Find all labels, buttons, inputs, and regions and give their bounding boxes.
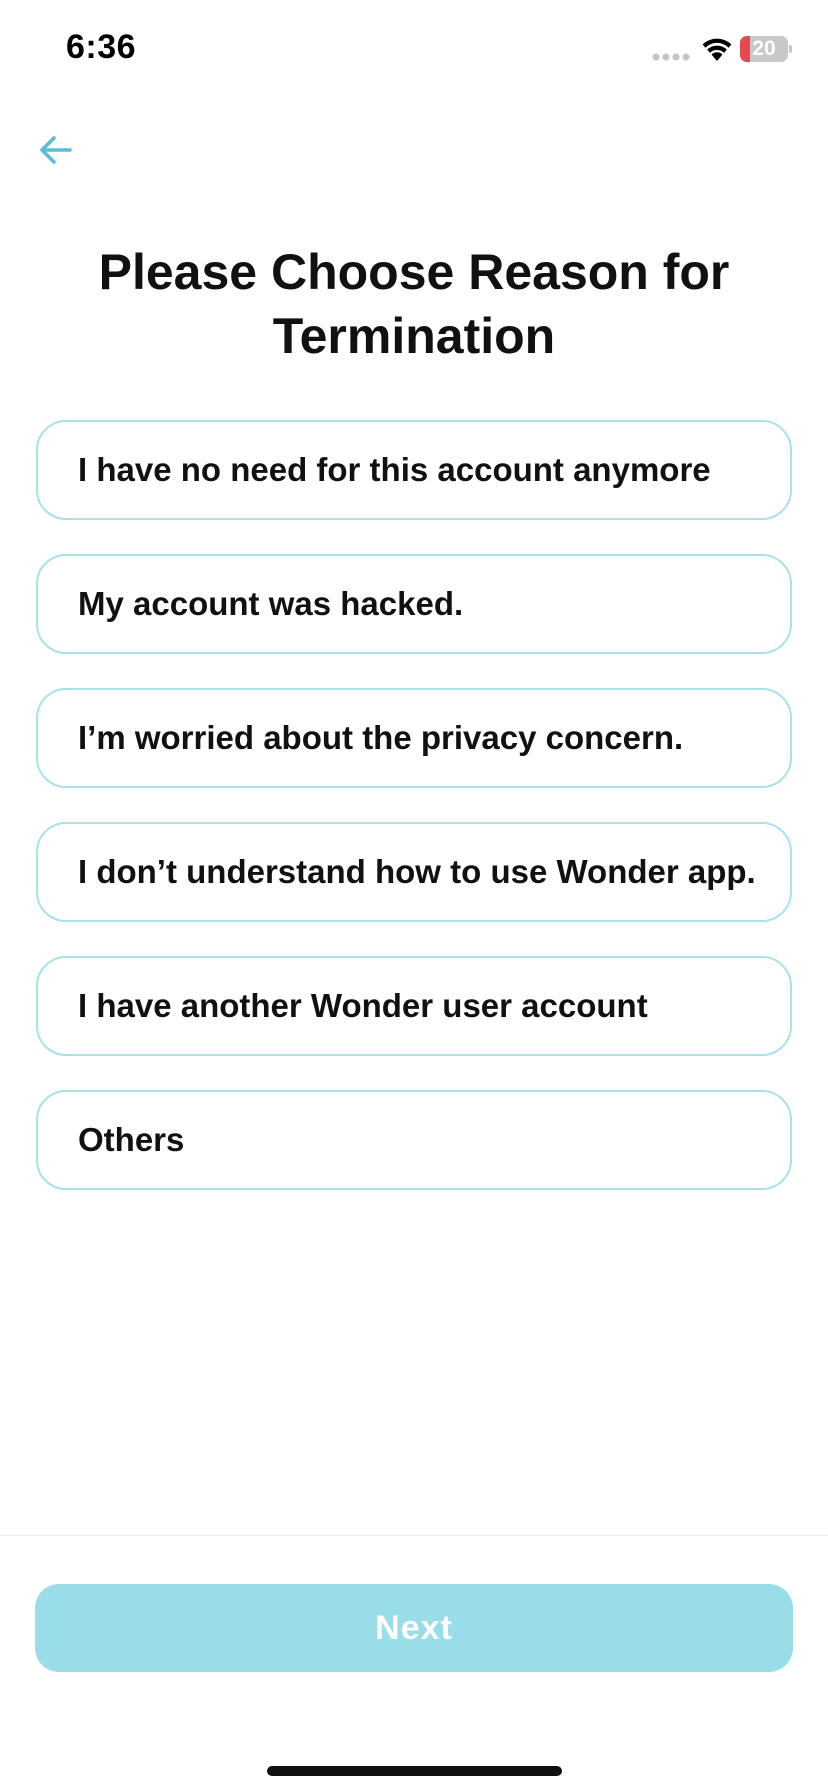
next-button[interactable]: Next <box>35 1584 793 1672</box>
arrow-left-icon <box>40 136 72 164</box>
reason-label: I have no need for this account anymore <box>78 451 711 488</box>
reason-label: I’m worried about the privacy concern. <box>78 719 684 756</box>
reason-label: I don’t understand how to use Wonder app… <box>78 853 756 890</box>
status-time: 6:36 <box>66 28 137 66</box>
status-bar: 6:36 20 <box>0 0 828 100</box>
home-indicator[interactable] <box>267 1766 562 1776</box>
reason-option[interactable]: I don’t understand how to use Wonder app… <box>36 822 792 922</box>
reason-list: I have no need for this account anymore M… <box>36 420 792 1224</box>
footer-divider <box>0 1535 828 1536</box>
battery-cap <box>789 45 792 53</box>
reason-option[interactable]: My account was hacked. <box>36 554 792 654</box>
battery-level: 20 <box>752 37 776 60</box>
wifi-icon <box>702 38 732 61</box>
cellular-signal-icon <box>652 53 690 61</box>
battery-icon: 20 <box>740 36 792 62</box>
reason-option[interactable]: I’m worried about the privacy concern. <box>36 688 792 788</box>
reason-label: My account was hacked. <box>78 585 464 622</box>
reason-label: Others <box>78 1121 185 1158</box>
reason-option[interactable]: Others <box>36 1090 792 1190</box>
back-button[interactable] <box>30 124 82 176</box>
screen: 6:36 20 Please Choose Reason for Termina… <box>0 0 828 1792</box>
page-title: Please Choose Reason for Termination <box>98 244 730 364</box>
reason-option[interactable]: I have another Wonder user account <box>36 956 792 1056</box>
reason-option[interactable]: I have no need for this account anymore <box>36 420 792 520</box>
reason-label: I have another Wonder user account <box>78 987 648 1024</box>
battery-body: 20 <box>740 36 788 62</box>
